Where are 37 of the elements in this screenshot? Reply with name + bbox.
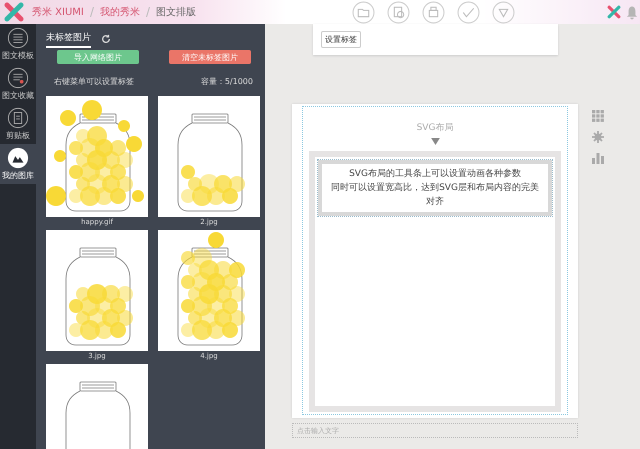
- note-text: 同时可以设置宽高比，达到SVG层和布局内容的完美对齐: [330, 182, 540, 209]
- breadcrumb-separator-icon: [146, 7, 150, 17]
- grid-icon[interactable]: [592, 110, 604, 122]
- print-icon[interactable]: [422, 0, 445, 24]
- triangle-down-icon[interactable]: [492, 0, 515, 24]
- logo-icon[interactable]: [4, 2, 24, 22]
- sidebar-item[interactable]: 剪贴板: [0, 104, 36, 144]
- tab[interactable]: 未标签图片: [46, 30, 91, 48]
- gear-icon[interactable]: [592, 131, 604, 143]
- set-tag-button[interactable]: 设置标签: [321, 31, 361, 48]
- folder-icon[interactable]: [352, 0, 375, 24]
- jar-drawing[interactable]: [158, 96, 260, 217]
- capacity-text: 容量：5/1000: [200, 76, 253, 87]
- sidebar-item[interactable]: 图文收藏: [0, 64, 36, 104]
- document-icon: [7, 27, 29, 49]
- clipboard-icon: [7, 107, 29, 129]
- logo-icon[interactable]: [606, 4, 622, 20]
- note-text: SVG布局的工具条上可以设置动画各种参数: [348, 168, 522, 181]
- jar-drawing[interactable]: [46, 364, 148, 449]
- note-box[interactable]: SVG布局的工具条上可以设置动画各种参数 同时可以设置宽高比，达到SVG层和布局内容的完美对齐: [318, 160, 552, 216]
- jar-drawing[interactable]: [158, 230, 260, 351]
- jar-drawing[interactable]: [46, 96, 148, 217]
- breadcrumb-separator-icon: [90, 7, 94, 17]
- copy-icon[interactable]: [387, 0, 410, 24]
- sidebar-item[interactable]: 图文模板: [0, 24, 36, 64]
- breadcrumb-link[interactable]: 图文排版: [156, 5, 196, 19]
- triangle-down-icon: [430, 138, 440, 145]
- hint-text: 右键菜单可以设置标签: [54, 76, 134, 87]
- check-icon[interactable]: [457, 0, 480, 24]
- sidebar-item[interactable]: 我的图库: [0, 144, 36, 184]
- bell-icon[interactable]: [626, 4, 638, 20]
- bar-chart-icon[interactable]: [592, 152, 604, 164]
- mountain-icon: [7, 147, 29, 169]
- refresh-icon[interactable]: [101, 34, 111, 44]
- svg-layout-title: SVG布局: [416, 122, 454, 134]
- document-icon: [7, 67, 29, 89]
- jar-drawing[interactable]: [46, 230, 148, 351]
